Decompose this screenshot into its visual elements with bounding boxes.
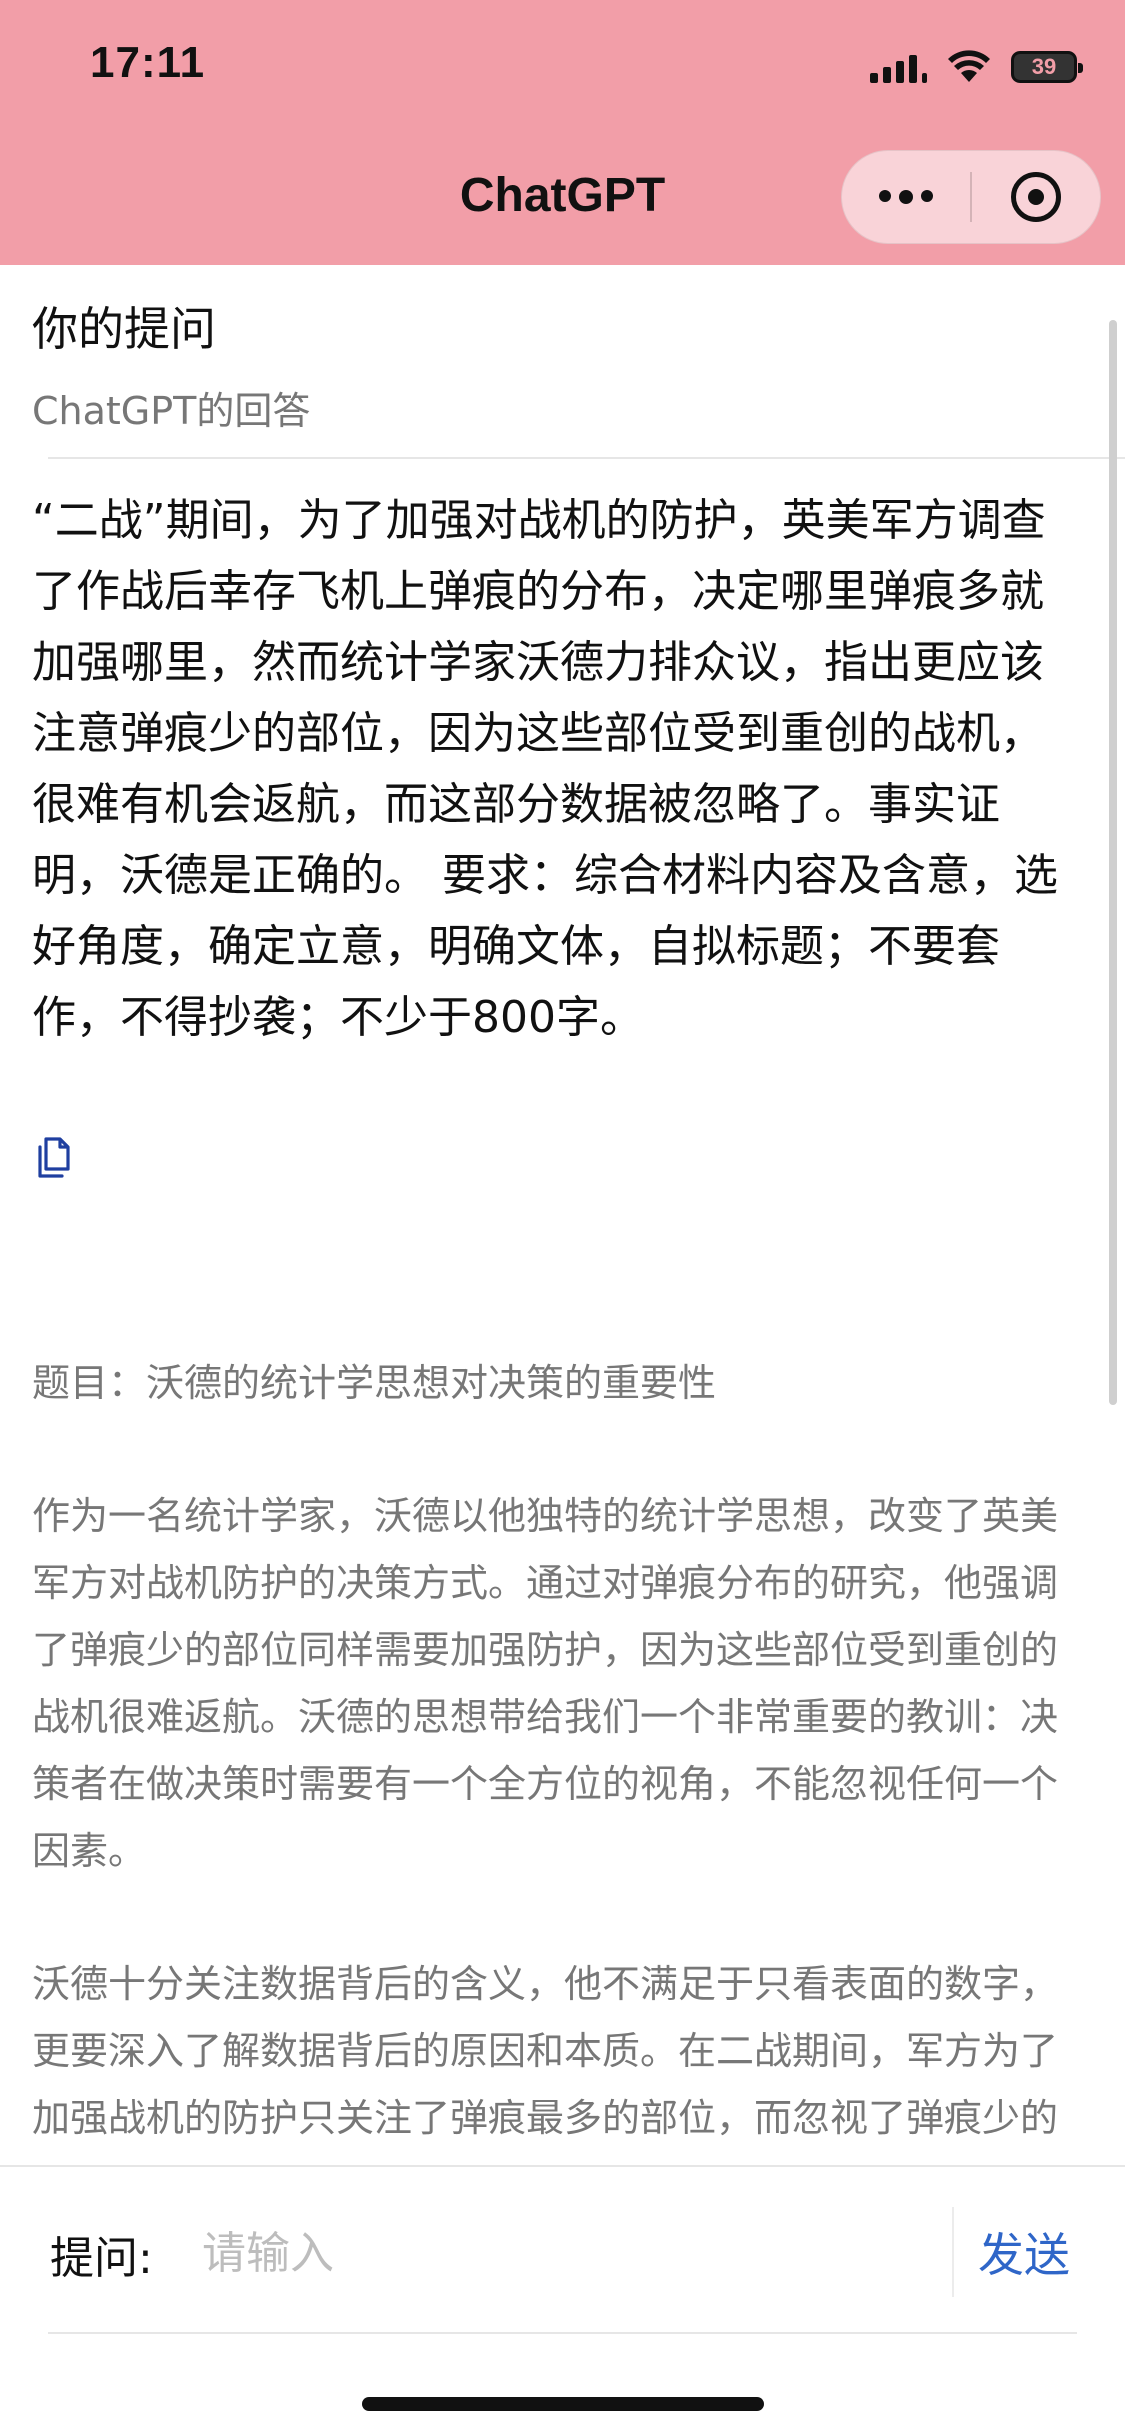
status-icons: 39 xyxy=(870,50,1083,84)
more-dots-icon xyxy=(879,190,933,204)
conversation-area[interactable]: 你的提问 ChatGPT的回答 “二战”期间，为了加强对战机的防护，英美军方调查… xyxy=(0,265,1125,2165)
send-button[interactable]: 发送 xyxy=(978,2219,1070,2285)
input-label: 提问: xyxy=(50,2233,153,2284)
input-bottom-line xyxy=(48,2332,1077,2334)
battery-icon: 39 xyxy=(1011,51,1083,83)
signal-icon xyxy=(870,51,927,83)
question-input[interactable] xyxy=(200,2207,934,2299)
more-button[interactable] xyxy=(842,151,970,243)
target-icon xyxy=(1011,172,1061,222)
mini-program-capsule xyxy=(841,150,1101,244)
answer-paragraph: 题目：沃德的统计学思想对决策的重要性 xyxy=(32,1361,717,1405)
battery-level: 39 xyxy=(1031,54,1057,79)
input-bar: 提问: 发送 xyxy=(0,2165,1125,2335)
app-header: 17:11 39 ChatGPT xyxy=(0,0,1125,265)
answer-paragraph: 沃德十分关注数据背后的含义，他不满足于只看表面的数字，更要深入了解数据背后的原因… xyxy=(32,1962,1059,2165)
answer-paragraph: 作为一名统计学家，沃德以他独特的统计学思想，改变了英美军方对战机防护的决策方式。… xyxy=(32,1494,1059,1873)
wifi-icon xyxy=(948,50,990,82)
input-separator xyxy=(952,2207,954,2297)
question-text: “二战”期间，为了加强对战机的防护，英美军方调查了作战后幸存飞机上弹痕的分布，决… xyxy=(32,495,1058,1043)
home-indicator xyxy=(362,2397,764,2411)
answer-label: ChatGPT的回答 xyxy=(32,389,311,433)
close-button[interactable] xyxy=(972,151,1100,243)
copy-icon[interactable] xyxy=(34,1135,74,1181)
scrollbar[interactable] xyxy=(1109,320,1117,1405)
question-label: 你的提问 xyxy=(32,302,216,356)
answer-text: 题目：沃德的统计学思想对决策的重要性 作为一名统计学家，沃德以他独特的统计学思想… xyxy=(32,1350,1072,2165)
status-time: 17:11 xyxy=(90,38,206,87)
divider xyxy=(48,457,1125,459)
